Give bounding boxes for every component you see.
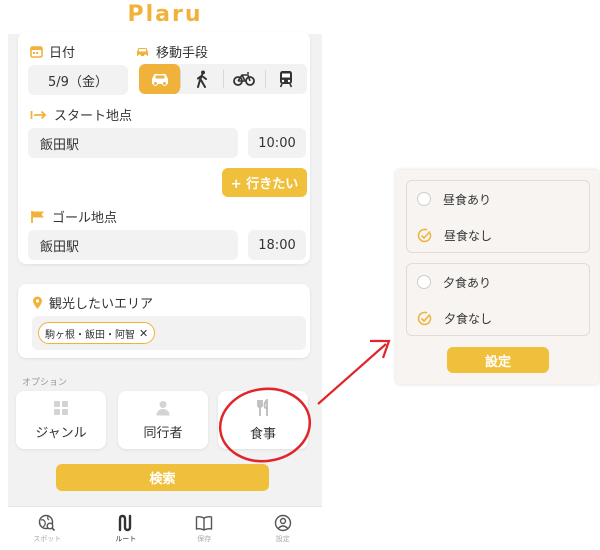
start-time-field[interactable]: 10:00 — [248, 128, 306, 158]
check-circle-icon — [417, 228, 432, 242]
dinner-yes-label: 夕食あり — [443, 275, 492, 290]
tab-spot-label: スポット — [33, 534, 62, 543]
dinner-yes-option[interactable]: 夕食あり — [417, 272, 491, 292]
tab-route-label: ルート — [115, 534, 137, 543]
transport-train-option[interactable] — [266, 64, 307, 94]
start-label: スタート地点 — [54, 109, 133, 124]
area-label: 観光したいエリア — [49, 297, 154, 312]
goal-label-row: ゴール地点 — [30, 207, 117, 226]
goal-place-field[interactable]: 飯田駅 — [28, 230, 238, 260]
tab-route[interactable]: ルート — [87, 507, 166, 550]
start-time-value: 10:00 — [258, 135, 296, 151]
start-arrow-icon — [30, 109, 48, 121]
search-button-label: 検索 — [149, 472, 176, 487]
goal-time-field[interactable]: 18:00 — [248, 230, 306, 260]
tab-bar: スポット ルート 保存 設定 — [8, 506, 322, 550]
date-value: 5/9（金） — [48, 74, 108, 90]
lunch-no-option[interactable]: 昼食なし — [417, 225, 492, 245]
annotation-arrow-head — [370, 339, 391, 359]
lunch-yes-option[interactable]: 昼食あり — [417, 189, 491, 209]
grid-icon — [54, 400, 68, 415]
car-small-icon — [135, 46, 150, 58]
radio-unchecked-icon — [417, 275, 431, 289]
start-label-row: スタート地点 — [30, 105, 132, 124]
user-circle-icon — [274, 514, 291, 531]
cutlery-icon — [257, 398, 268, 416]
annotation-arrow-line — [317, 343, 387, 405]
book-icon — [196, 515, 213, 531]
lunch-options-group: 昼食あり 昼食なし — [406, 180, 590, 253]
date-field[interactable]: 5/9（金） — [28, 65, 128, 95]
start-place-field[interactable]: 飯田駅 — [28, 128, 238, 158]
tab-saved[interactable]: 保存 — [165, 507, 244, 550]
route-icon — [118, 514, 131, 531]
app-logo: Plaru — [127, 2, 203, 27]
check-circle-icon — [417, 311, 432, 325]
option-meal-button[interactable]: 食事 — [218, 391, 308, 449]
transport-label-row: 移動手段 — [135, 42, 208, 61]
globe-search-icon — [39, 514, 56, 531]
train-icon — [280, 71, 293, 88]
header: Plaru — [8, 0, 322, 34]
area-label-row: 観光したいエリア — [32, 293, 153, 312]
map-pin-icon — [32, 296, 43, 310]
goal-place-value: 飯田駅 — [40, 239, 80, 255]
area-chip-label: 駒ヶ根・飯田・阿智 — [45, 329, 135, 341]
goal-label: ゴール地点 — [52, 211, 118, 226]
goal-time-value: 18:00 — [258, 237, 296, 253]
transport-walk-option[interactable] — [181, 64, 222, 94]
transport-car-option[interactable] — [139, 64, 181, 94]
app-screen: Plaru 日付 5/9（金） 移動手段 スタート地点 飯田駅 10:00 + … — [8, 0, 322, 550]
option-genre-label: ジャンル — [35, 425, 87, 441]
calendar-icon — [30, 45, 43, 58]
add-destination-label: + 行きたい — [230, 177, 299, 192]
date-label: 日付 — [49, 46, 76, 61]
start-place-value: 飯田駅 — [40, 137, 80, 153]
option-companion-button[interactable]: 同行者 — [118, 391, 208, 449]
radio-unchecked-icon — [417, 192, 431, 206]
search-button[interactable]: 検索 — [56, 464, 269, 491]
meal-submit-button[interactable]: 設定 — [447, 347, 549, 373]
tab-spot[interactable]: スポット — [8, 507, 87, 550]
meal-settings-modal: 昼食あり 昼食なし 夕食あり 夕食なし 設定 — [396, 170, 599, 384]
bicycle-icon — [233, 72, 256, 86]
meal-submit-label: 設定 — [484, 354, 511, 370]
person-icon — [156, 400, 170, 415]
walk-icon — [196, 70, 207, 88]
dinner-no-label: 夕食なし — [444, 311, 493, 326]
option-companion-label: 同行者 — [143, 425, 183, 441]
tab-settings[interactable]: 設定 — [244, 507, 323, 550]
option-meal-label: 食事 — [249, 426, 276, 442]
date-label-row: 日付 — [30, 42, 75, 61]
tab-settings-label: 設定 — [275, 534, 290, 543]
transport-selector — [139, 64, 307, 94]
flag-icon — [30, 210, 46, 224]
transport-label: 移動手段 — [156, 46, 209, 61]
option-genre-button[interactable]: ジャンル — [16, 391, 106, 449]
options-header: オプション — [22, 378, 68, 388]
tab-saved-label: 保存 — [197, 534, 212, 543]
car-icon — [151, 74, 168, 86]
close-icon[interactable]: ✕ — [139, 327, 148, 340]
lunch-no-label: 昼食なし — [444, 228, 493, 243]
dinner-no-option[interactable]: 夕食なし — [417, 308, 492, 328]
area-chip[interactable]: 駒ヶ根・飯田・阿智 ✕ — [38, 322, 156, 344]
add-destination-button[interactable]: + 行きたい — [222, 168, 307, 197]
lunch-yes-label: 昼食あり — [443, 192, 492, 207]
transport-bicycle-option[interactable] — [224, 64, 265, 94]
dinner-options-group: 夕食あり 夕食なし — [406, 263, 590, 336]
